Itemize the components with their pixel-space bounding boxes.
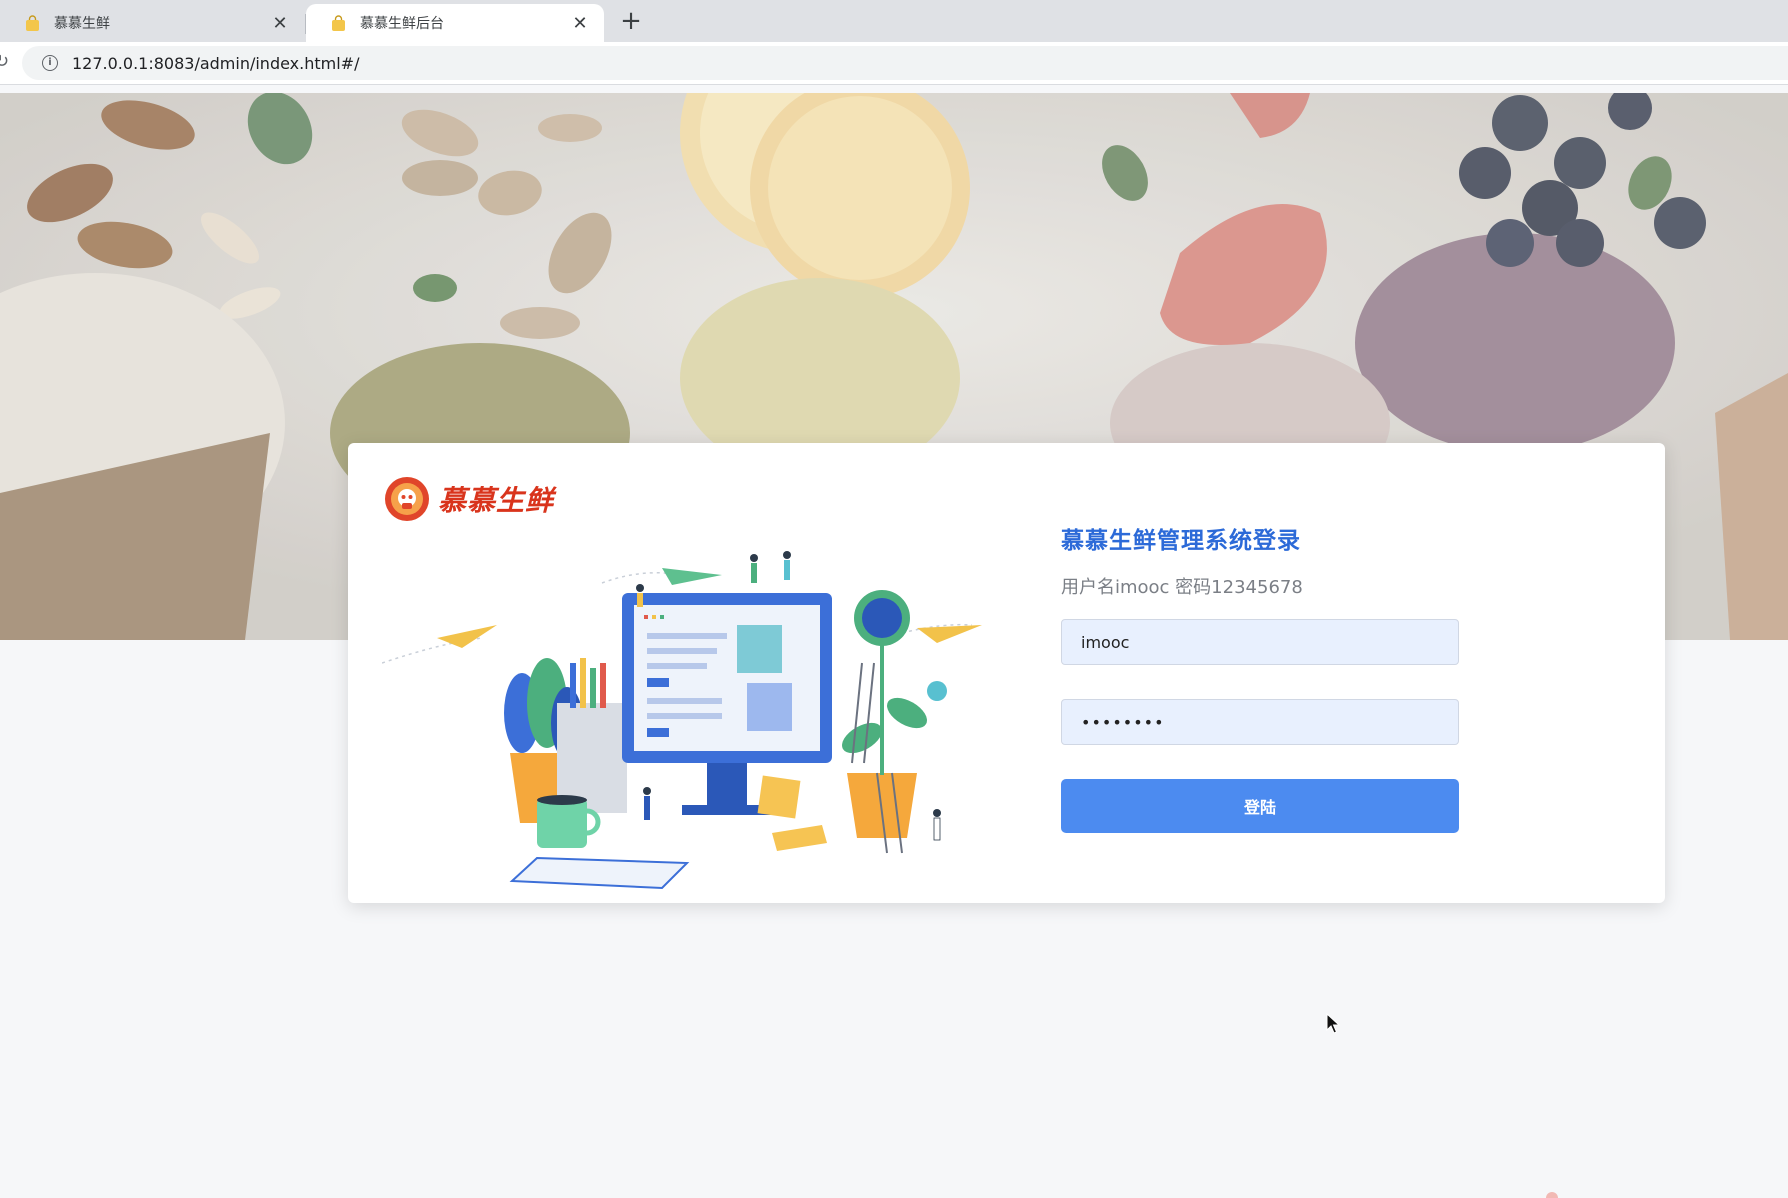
username-input[interactable]: imooc [1061,619,1459,665]
reload-icon[interactable]: ↻ [0,51,9,72]
close-tab-icon[interactable]: ✕ [270,13,290,34]
tab-murmur-fresh-admin[interactable]: 慕慕生鲜后台 ✕ [306,4,604,42]
login-title: 慕慕生鲜管理系统登录 [1061,528,1301,554]
tab-title: 慕慕生鲜 [54,16,110,32]
workspace-illustration [382,551,982,890]
credentials-hint: 用户名imooc 密码12345678 [1061,577,1303,598]
new-tab-plus-icon[interactable]: + [618,6,644,36]
login-card: 慕慕生鲜 慕慕生鲜管理系统登录 用户名imooc 密码12345678 imoo… [348,443,1665,903]
tab-murmur-fresh[interactable]: 慕慕生鲜 ✕ [0,4,304,42]
mouse-pointer-icon [1326,1013,1340,1034]
login-button[interactable]: 登陆 [1061,779,1459,833]
page-content: 慕慕生鲜 慕慕生鲜管理系统登录 用户名imooc 密码12345678 imoo… [0,85,1788,1196]
browser-tab-strip: 慕慕生鲜 ✕ 慕慕生鲜后台 ✕ + [0,0,1788,42]
url-text[interactable]: 127.0.0.1:8083/admin/index.html#/ [72,54,359,73]
shopping-bag-icon [332,14,345,31]
address-bar[interactable]: i 127.0.0.1:8083/admin/index.html#/ [22,46,1788,80]
shopping-bag-icon [26,14,39,31]
info-icon[interactable]: i [42,55,58,71]
decorative-dot [1546,1192,1558,1198]
password-input[interactable]: •••••••• [1061,699,1459,745]
tab-title: 慕慕生鲜后台 [360,16,444,32]
browser-toolbar: ↻ i 127.0.0.1:8083/admin/index.html#/ [0,42,1788,85]
close-tab-icon[interactable]: ✕ [570,13,590,34]
